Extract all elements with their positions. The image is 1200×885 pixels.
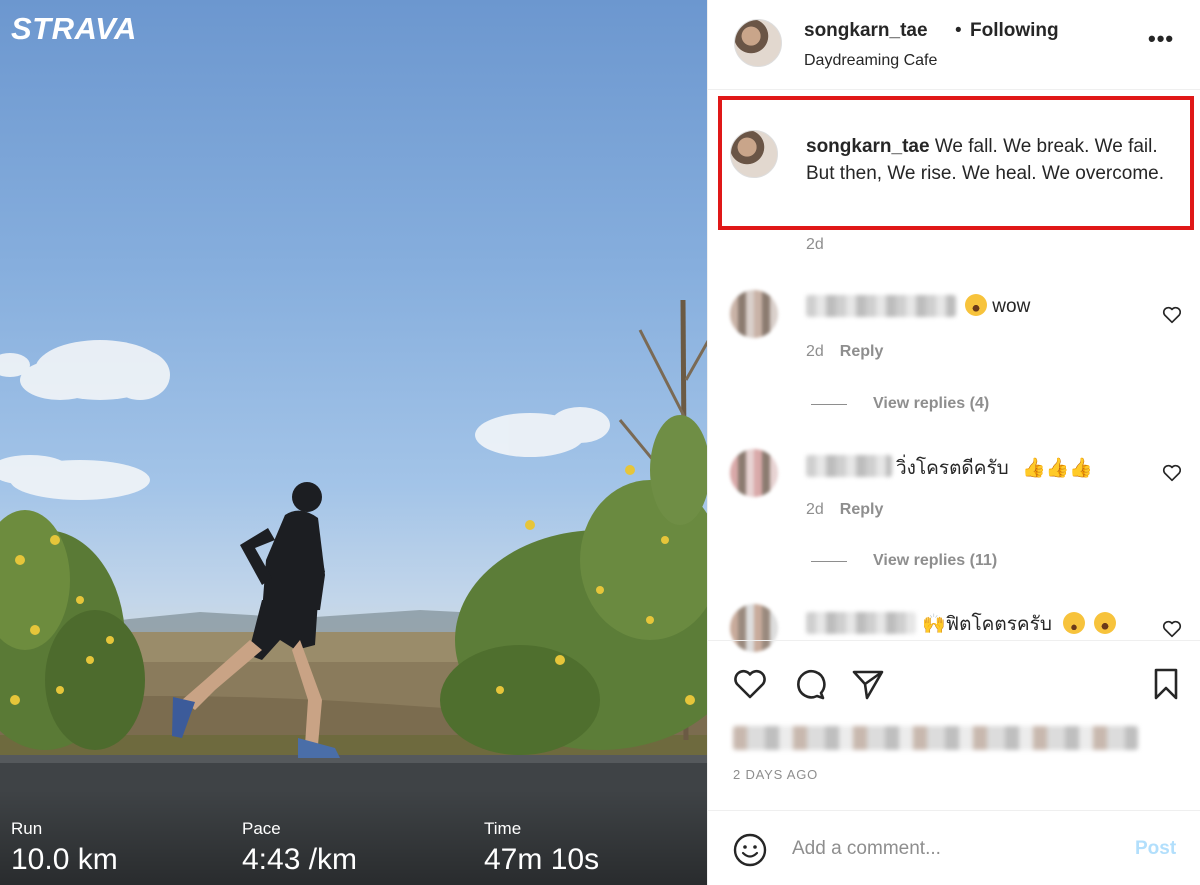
posted-ago: 2 DAYS AGO — [733, 767, 819, 782]
raising-hands-emoji-icon: 🙌 — [922, 614, 946, 635]
heart-icon[interactable] — [732, 666, 768, 702]
header-separator: • — [955, 20, 962, 41]
comment-meta: 2d Reply — [806, 501, 884, 518]
stat-time-label: Time — [484, 819, 522, 838]
caption-avatar[interactable] — [730, 130, 778, 178]
more-icon[interactable]: ••• — [1148, 26, 1174, 52]
post-actions: 2 DAYS AGO — [708, 640, 1200, 810]
strava-activity-photo: STRAVA Run 10.0 km Pace 4:43 /km Time 47… — [0, 0, 707, 885]
running-scene — [0, 299, 707, 885]
astonished-emoji-icon — [1094, 612, 1117, 634]
left-bush — [0, 510, 145, 750]
add-comment-input[interactable] — [792, 835, 1112, 863]
comment-text: 🙌ฟิตโคตรครับ — [922, 609, 1117, 639]
post-header: songkarn_tae • Following Daydreaming Caf… — [708, 0, 1200, 90]
post-comment-button[interactable]: Post — [1135, 838, 1176, 860]
strava-logo: STRAVA — [11, 11, 137, 46]
stat-run-value: 10.0 km — [11, 843, 118, 876]
view-replies-button[interactable]: View replies (11) — [811, 552, 997, 570]
right-tree — [440, 299, 707, 755]
caption-username[interactable]: songkarn_tae — [806, 136, 930, 157]
stat-run: Run 10.0 km — [11, 819, 118, 877]
comment-like-heart-icon[interactable] — [1161, 304, 1183, 326]
instagram-post-panel: songkarn_tae • Following Daydreaming Caf… — [707, 0, 1200, 885]
replies-line — [811, 560, 847, 562]
add-comment-bar: Post — [708, 810, 1200, 885]
blurred-username — [806, 455, 892, 477]
emoji-picker-icon[interactable] — [732, 832, 768, 868]
following-button[interactable]: Following — [970, 20, 1059, 42]
caption: songkarn_tae We fall. We break. We fail.… — [806, 133, 1178, 187]
share-icon[interactable] — [850, 666, 886, 702]
blurred-username — [806, 612, 916, 634]
comment-text: wow — [965, 294, 1030, 318]
blurred-likes — [733, 726, 1138, 750]
post-location[interactable]: Daydreaming Cafe — [804, 52, 937, 70]
comment-meta: 2d Reply — [806, 343, 884, 360]
stat-time: Time 47m 10s — [484, 819, 599, 877]
stat-run-label: Run — [11, 819, 43, 838]
bookmark-icon[interactable] — [1148, 666, 1184, 702]
stat-pace-label: Pace — [242, 819, 281, 838]
stat-pace-value: 4:43 /km — [242, 843, 358, 876]
clouds — [0, 340, 610, 500]
comment-icon[interactable] — [791, 666, 827, 702]
comment-text: วิ่งโครตดีครับ 👍👍👍 — [896, 458, 1093, 479]
screenshot: STRAVA Run 10.0 km Pace 4:43 /km Time 47… — [0, 0, 1200, 885]
reply-button[interactable]: Reply — [840, 501, 884, 518]
author-username[interactable]: songkarn_tae — [804, 20, 928, 42]
astonished-emoji-icon — [965, 294, 987, 316]
stat-pace: Pace 4:43 /km — [242, 819, 357, 877]
author-avatar[interactable] — [734, 19, 782, 67]
replies-line — [811, 403, 847, 405]
reply-button[interactable]: Reply — [840, 343, 884, 360]
comment-like-heart-icon[interactable] — [1161, 462, 1183, 484]
sweat-smile-emoji-icon — [1063, 612, 1086, 634]
comment-avatar[interactable] — [730, 449, 778, 497]
comment-avatar[interactable] — [730, 290, 778, 338]
view-replies-button[interactable]: View replies (4) — [811, 395, 989, 413]
comment-like-heart-icon[interactable] — [1161, 618, 1183, 640]
caption-time: 2d — [806, 236, 824, 253]
stat-time-value: 47m 10s — [484, 843, 600, 876]
thumbs-up-emoji-icon: 👍👍👍 — [1022, 458, 1093, 479]
blurred-username — [806, 295, 956, 317]
